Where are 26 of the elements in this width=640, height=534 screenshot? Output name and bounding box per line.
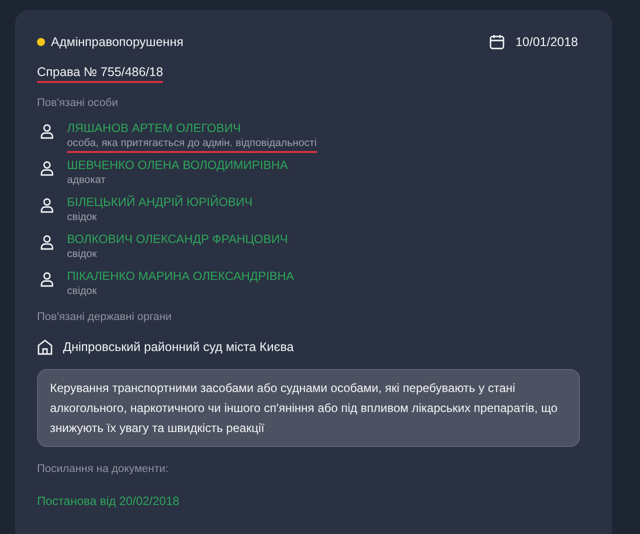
person-icon — [39, 160, 55, 176]
case-category: Адмінправопорушення — [51, 35, 184, 49]
person-name[interactable]: БІЛЕЦЬКИЙ АНДРІЙ ЮРІЙОВИЧ — [67, 195, 253, 209]
authority-name: Дніпровський районний суд міста Києва — [63, 340, 294, 354]
person-name[interactable]: ЛЯШАНОВ АРТЕМ ОЛЕГОВИЧ — [67, 121, 317, 135]
building-icon — [37, 339, 53, 355]
person-role: адвокат — [67, 174, 107, 188]
person-icon — [39, 271, 55, 287]
person-role: свідок — [67, 285, 98, 299]
person-name[interactable]: ШЕВЧЕНКО ОЛЕНА ВОЛОДИМИРІВНА — [67, 158, 288, 172]
section-title: Посилання на документи: — [37, 463, 170, 475]
case-date: 10/01/2018 — [515, 35, 578, 49]
section-title: Пов'язані особи — [37, 97, 119, 109]
case-number: Справа № 755/486/18 — [37, 65, 164, 83]
person-name[interactable]: ПІКАЛЕНКО МАРИНА ОЛЕКСАНДРІВНА — [67, 269, 294, 283]
person-icon — [39, 234, 55, 250]
person-role: свідок — [67, 211, 98, 225]
person-icon — [39, 123, 55, 139]
person-name[interactable]: ВОЛКОВИЧ ОЛЕКСАНДР ФРАНЦОВИЧ — [67, 232, 288, 246]
person-role: свідок — [67, 248, 98, 262]
offense-description: Керування транспортними засобами або суднами особами, які перебувають у стані алкогольного, наркотичного чи іншого сп'яніння або під впливом лікарських препаратів, що знижують їх увагу та швидкість реакції — [37, 369, 580, 447]
person-role: особа, яка притягається до адмін. відповідальності — [67, 137, 317, 153]
document-link[interactable]: Постанова від 20/02/2018 — [37, 494, 180, 508]
calendar-icon — [489, 34, 506, 50]
person-icon — [39, 197, 55, 213]
section-title: Пов'язані державні органи — [37, 311, 173, 323]
